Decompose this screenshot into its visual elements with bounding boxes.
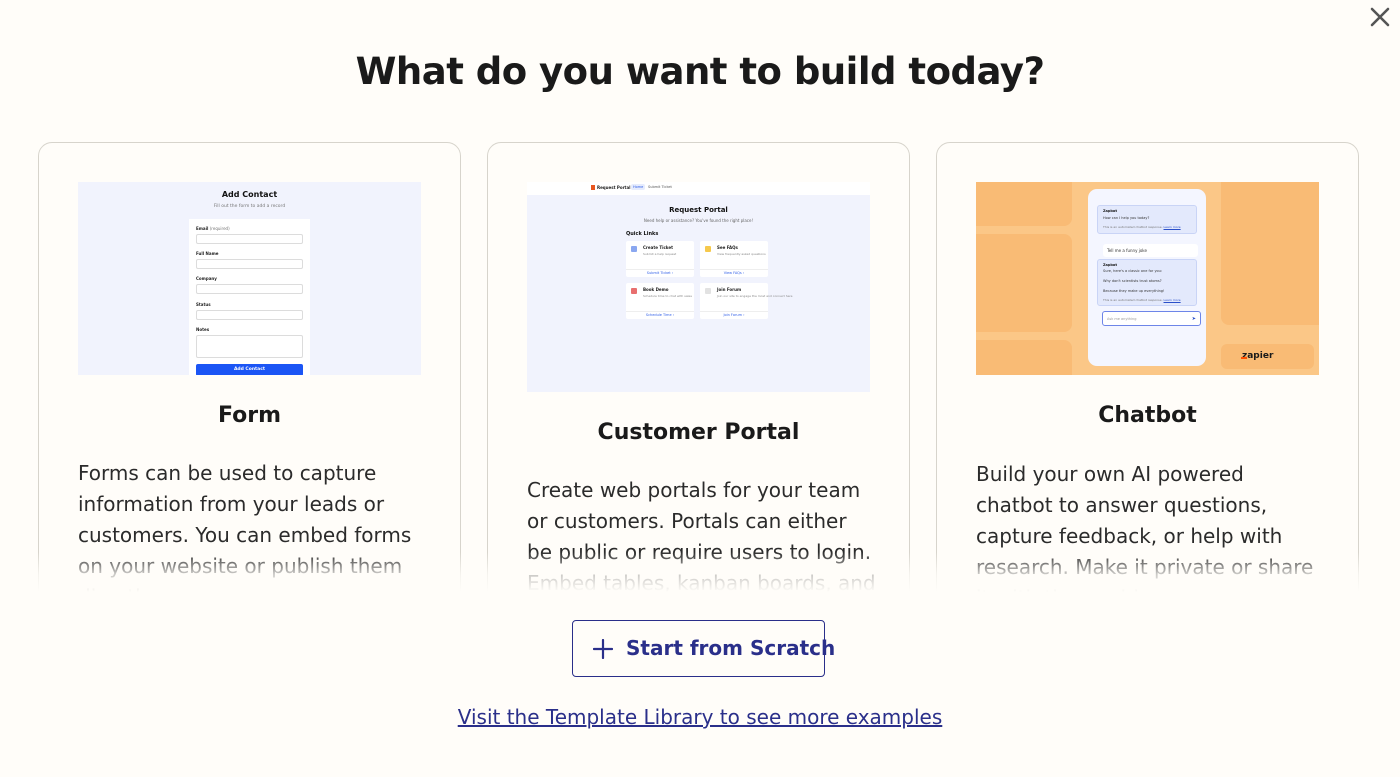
send-icon: ➤ bbox=[1191, 316, 1196, 322]
tile-sub: Join our site to engage the most and con… bbox=[717, 294, 793, 298]
preview-bot-bubble: Zapbot How can I help you today? This is… bbox=[1097, 205, 1197, 234]
chatbot-preview-image: Zapbot How can I help you today? This is… bbox=[976, 182, 1319, 375]
portal-preview-image: Request Portal Home Submit Ticket Reques… bbox=[527, 182, 870, 392]
preview-phone: Zapbot How can I help you today? This is… bbox=[1088, 189, 1206, 366]
preview-nav-home: Home bbox=[631, 184, 646, 190]
preview-form-title: Add Contact bbox=[221, 190, 278, 199]
preview-brand: Request Portal bbox=[597, 185, 631, 190]
preview-tile: Join Forum Join our site to engage the m… bbox=[700, 283, 792, 319]
tile-title: Book Demo bbox=[643, 287, 669, 292]
card-description: Forms can be used to capture information… bbox=[78, 461, 412, 592]
zapier-logo: zapier bbox=[1221, 344, 1314, 369]
preview-tile: See FAQs View frequently asked questions… bbox=[700, 241, 768, 277]
preview-field-label: Company bbox=[196, 276, 217, 281]
card-title: Customer Portal bbox=[597, 420, 800, 445]
bot-name: Zapbot bbox=[1103, 263, 1117, 267]
card-description: Create web portals for your team or cust… bbox=[527, 478, 876, 592]
preview-field-label: Email (required) bbox=[196, 226, 230, 231]
bot-greeting: How can I help you today? bbox=[1103, 216, 1150, 220]
faq-icon bbox=[705, 246, 711, 252]
start-from-scratch-button[interactable]: Start from Scratch bbox=[572, 620, 835, 677]
preview-portal-title: Request Portal bbox=[669, 206, 728, 214]
preview-field-label: Notes bbox=[196, 327, 210, 332]
preview-field-input bbox=[196, 259, 303, 269]
tile-link: Submit Ticket › bbox=[626, 269, 694, 275]
card-chatbot[interactable]: Zapbot How can I help you today? This is… bbox=[936, 142, 1359, 592]
forum-icon bbox=[705, 288, 711, 294]
preview-form-subtitle: Fill out the form to add a record bbox=[213, 204, 286, 209]
bot-name: Zapbot bbox=[1103, 209, 1117, 213]
bot-reply: Why don't scientists trust atoms? bbox=[1103, 279, 1162, 283]
preview-logo-icon bbox=[591, 185, 595, 190]
bot-reply: Because they make up everything! bbox=[1103, 289, 1165, 293]
template-library-link[interactable]: Visit the Template Library to see more e… bbox=[0, 705, 1400, 729]
close-icon bbox=[1370, 7, 1390, 27]
preview-field-input bbox=[196, 284, 303, 294]
close-button[interactable] bbox=[1366, 3, 1394, 31]
preview-bg-block bbox=[976, 182, 1072, 226]
ticket-icon bbox=[631, 246, 637, 252]
preview-portal-subtitle: Need help or assistance? You've found th… bbox=[643, 218, 754, 223]
start-from-scratch-label: Start from Scratch bbox=[626, 636, 836, 660]
bot-disclaimer: This is an automated chatbot response. L… bbox=[1103, 225, 1181, 229]
preview-bg-block bbox=[1221, 182, 1319, 325]
card-title: Form bbox=[217, 403, 282, 428]
tile-title: Join Forum bbox=[717, 287, 742, 292]
preview-tile: Book Demo Schedule time to chat with sal… bbox=[626, 283, 694, 319]
preview-chat-input: Ask me anything ➤ bbox=[1102, 311, 1201, 326]
tile-link: Join Forum › bbox=[700, 311, 768, 317]
preview-user-bubble: Tell me a funny joke bbox=[1103, 244, 1198, 257]
tile-link: Schedule Time › bbox=[626, 311, 694, 317]
card-description: Build your own AI powered chatbot to ans… bbox=[976, 462, 1314, 592]
bot-reply: Sure, here's a classic one for you: bbox=[1103, 269, 1163, 273]
page-title: What do you want to build today? bbox=[355, 50, 1045, 93]
tile-sub: Schedule time to chat with sales bbox=[643, 294, 692, 298]
preview-form-panel: Email (required) Full Name Company Statu… bbox=[189, 219, 310, 375]
tile-sub: Submit a help request bbox=[643, 252, 677, 256]
template-cards: Add Contact Fill out the form to add a r… bbox=[0, 142, 1400, 592]
preview-field-label: Status bbox=[196, 302, 211, 307]
preview-tile: Create Ticket Submit a help request Subm… bbox=[626, 241, 694, 277]
preview-bg-block bbox=[976, 234, 1072, 332]
preview-field-label: Full Name bbox=[196, 251, 219, 256]
preview-field-textarea bbox=[196, 335, 303, 358]
preview-quick-links: Quick Links bbox=[626, 231, 659, 237]
tile-link: View FAQs › bbox=[700, 269, 768, 275]
preview-submit-button: Add Contact bbox=[196, 364, 303, 375]
bot-disclaimer: This is an automated chatbot response. L… bbox=[1103, 298, 1181, 302]
preview-bot-bubble: Zapbot Sure, here's a classic one for yo… bbox=[1097, 259, 1197, 306]
card-customer-portal[interactable]: Request Portal Home Submit Ticket Reques… bbox=[487, 142, 910, 592]
preview-bg-block bbox=[976, 340, 1072, 375]
tile-sub: View frequently asked questions bbox=[717, 252, 766, 256]
card-title: Chatbot bbox=[1098, 403, 1197, 428]
preview-field-input bbox=[196, 234, 303, 244]
preview-topbar: Request Portal Home Submit Ticket bbox=[527, 182, 870, 195]
plus-icon bbox=[593, 639, 613, 659]
tile-title: Create Ticket bbox=[643, 245, 673, 250]
preview-nav-submit: Submit Ticket bbox=[648, 185, 672, 189]
calendar-icon bbox=[631, 288, 637, 294]
preview-field-select bbox=[196, 310, 303, 320]
form-preview-image: Add Contact Fill out the form to add a r… bbox=[78, 182, 421, 375]
tile-title: See FAQs bbox=[717, 245, 738, 250]
card-form[interactable]: Add Contact Fill out the form to add a r… bbox=[38, 142, 461, 592]
